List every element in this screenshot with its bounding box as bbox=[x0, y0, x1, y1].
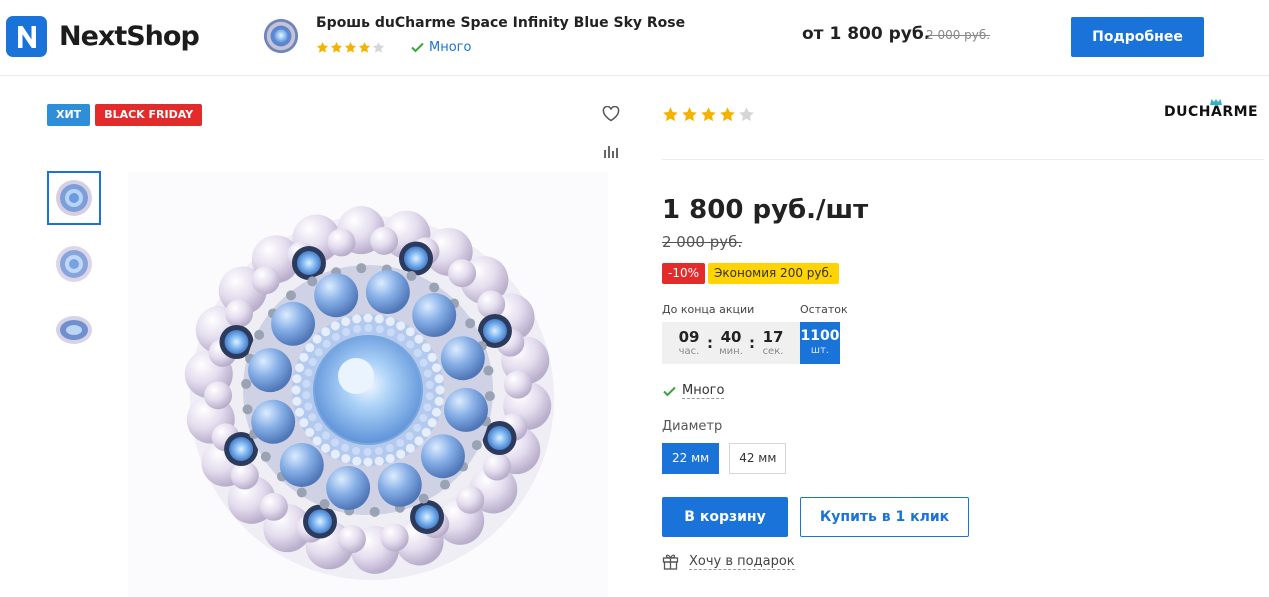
brooch-thumbnail-image bbox=[56, 180, 92, 216]
brooch-image bbox=[184, 206, 554, 580]
timer-seconds: 17 сек. bbox=[755, 327, 791, 358]
product-price: 1 800 руб./шт bbox=[662, 195, 869, 225]
logo-text: NextShop bbox=[59, 21, 200, 52]
star-icon bbox=[700, 106, 717, 123]
main-product-photo[interactable] bbox=[128, 172, 608, 597]
size-option-42mm[interactable]: 42 мм bbox=[729, 443, 787, 474]
black-friday-badge: BLACK FRIDAY bbox=[95, 104, 203, 126]
star-icon bbox=[344, 41, 357, 54]
compare-chart-icon[interactable] bbox=[603, 144, 619, 159]
star-icon bbox=[738, 106, 755, 123]
timer-minutes-value: 40 bbox=[720, 327, 742, 346]
product-badges: ХИТ BLACK FRIDAY bbox=[47, 104, 207, 126]
star-icon bbox=[316, 41, 329, 54]
brooch-side-thumbnail-image bbox=[56, 316, 92, 344]
promo-countdown: 09 час. : 40 мин. : 17 сек. bbox=[662, 322, 800, 364]
timer-hours: 09 час. bbox=[671, 327, 707, 358]
gift-wish-text: Хочу в подарок bbox=[689, 553, 795, 570]
thumbnail-list bbox=[47, 171, 101, 369]
thumbnail-1[interactable] bbox=[47, 171, 101, 225]
star-icon bbox=[719, 106, 736, 123]
crown-icon bbox=[1210, 99, 1222, 105]
header-stock-text: Много bbox=[429, 40, 472, 55]
gift-wish-link[interactable]: Хочу в подарок bbox=[662, 553, 795, 570]
size-option-22mm[interactable]: 22 мм bbox=[662, 443, 720, 474]
discount-badge: -10% bbox=[662, 263, 706, 284]
timer-minutes: 40 мин. bbox=[713, 327, 749, 358]
brand-logo[interactable]: DUCHARME bbox=[1164, 99, 1259, 120]
timer-seconds-unit: сек. bbox=[762, 345, 784, 357]
header-rating bbox=[316, 41, 386, 54]
star-icon bbox=[330, 41, 343, 54]
timer-minutes-unit: мин. bbox=[719, 345, 743, 357]
availability[interactable]: Много bbox=[663, 383, 725, 399]
timer-hours-unit: час. bbox=[678, 345, 700, 357]
sticky-header: NextShop Брошь duCharme Space Infinity B… bbox=[0, 0, 1269, 76]
size-selector: 22 мм 42 мм bbox=[662, 443, 796, 474]
heart-icon[interactable] bbox=[602, 106, 620, 122]
check-icon bbox=[663, 386, 676, 396]
discount-chips: -10% Экономия 200 руб. bbox=[662, 263, 842, 284]
star-icon bbox=[662, 106, 679, 123]
stock-remaining: 1100 шт. bbox=[800, 322, 840, 364]
add-to-cart-button[interactable]: В корзину bbox=[662, 497, 788, 537]
header-product-thumbnail bbox=[262, 17, 300, 55]
hit-badge: ХИТ bbox=[47, 104, 91, 126]
star-icon bbox=[681, 106, 698, 123]
buy-one-click-button[interactable]: Купить в 1 клик bbox=[800, 497, 969, 537]
brooch-thumbnail-image bbox=[56, 246, 92, 282]
gift-icon bbox=[662, 554, 679, 570]
check-icon bbox=[411, 42, 424, 53]
header-old-price: 2 000 руб. bbox=[926, 28, 991, 42]
thumbnail-3[interactable] bbox=[47, 303, 101, 357]
product-rating[interactable] bbox=[662, 106, 757, 123]
divider bbox=[662, 159, 1264, 160]
size-label: Диаметр bbox=[662, 419, 723, 434]
product-old-price: 2 000 руб. bbox=[662, 233, 743, 251]
timer-label: До конца акции bbox=[662, 303, 755, 316]
star-icon bbox=[372, 41, 385, 54]
header-stock-status: Много bbox=[411, 40, 471, 55]
logo-n-icon bbox=[6, 16, 47, 57]
stock-value: 1100 bbox=[800, 328, 840, 344]
header-price: от 1 800 руб. bbox=[802, 24, 931, 44]
availability-text: Много bbox=[682, 383, 725, 399]
details-button[interactable]: Подробнее bbox=[1071, 17, 1204, 57]
stock-unit: шт. bbox=[810, 345, 830, 356]
stock-label: Остаток bbox=[800, 303, 848, 316]
timer-seconds-value: 17 bbox=[762, 327, 784, 346]
brand-name: DUCHARME bbox=[1164, 104, 1259, 120]
star-icon bbox=[358, 41, 371, 54]
site-logo[interactable]: NextShop bbox=[6, 16, 200, 57]
thumbnail-2[interactable] bbox=[47, 237, 101, 291]
savings-badge: Экономия 200 руб. bbox=[708, 263, 839, 284]
header-product-title: Брошь duCharme Space Infinity Blue Sky R… bbox=[316, 15, 686, 31]
timer-hours-value: 09 bbox=[678, 327, 700, 346]
